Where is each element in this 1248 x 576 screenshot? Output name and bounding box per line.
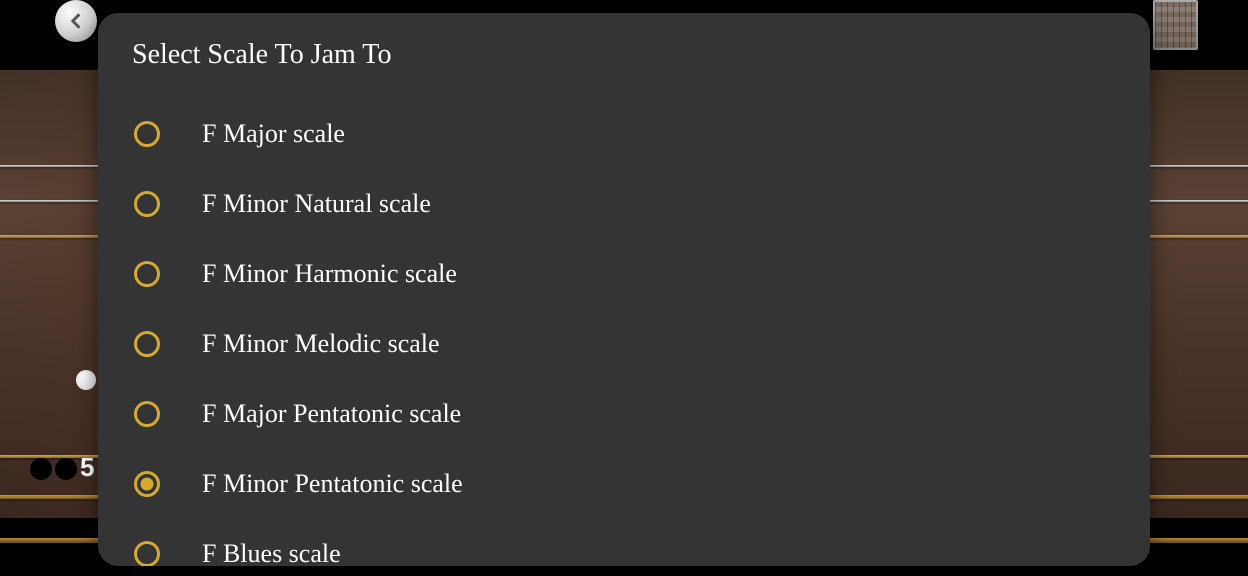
dialog-title: Select Scale To Jam To [132,39,1116,71]
scale-option[interactable]: F Minor Melodic scale [132,309,1116,379]
scale-option[interactable]: F Blues scale [132,519,1116,566]
radio-icon [134,261,160,287]
fretboard-thumbnail[interactable] [1153,0,1198,50]
scale-option-label: F Major Pentatonic scale [202,399,461,429]
scale-option[interactable]: F Minor Pentatonic scale [132,449,1116,519]
fret-number-label: 5 [80,452,94,483]
chevron-left-icon [66,11,86,31]
scale-option[interactable]: F Major Pentatonic scale [132,379,1116,449]
radio-icon-selected [134,471,160,497]
app-background: 5 Select Scale To Jam To F Major scale F… [0,0,1248,576]
scale-option-label: F Major scale [202,119,345,149]
scale-option-label: F Blues scale [202,539,341,566]
back-button[interactable] [55,0,97,42]
scale-option[interactable]: F Minor Natural scale [132,169,1116,239]
scale-option-label: F Minor Harmonic scale [202,259,457,289]
radio-icon [134,121,160,147]
scale-select-dialog: Select Scale To Jam To F Major scale F M… [98,13,1150,566]
radio-icon [134,401,160,427]
scale-options-list: F Major scale F Minor Natural scale F Mi… [132,99,1116,566]
radio-icon [134,541,160,566]
fret-dot [55,458,77,480]
scale-option[interactable]: F Major scale [132,99,1116,169]
fret-marker-dot [76,370,96,390]
radio-icon [134,191,160,217]
scale-option-label: F Minor Natural scale [202,189,431,219]
scale-option-label: F Minor Pentatonic scale [202,469,463,499]
scale-option[interactable]: F Minor Harmonic scale [132,239,1116,309]
fret-dot [30,458,52,480]
radio-icon [134,331,160,357]
scale-option-label: F Minor Melodic scale [202,329,440,359]
